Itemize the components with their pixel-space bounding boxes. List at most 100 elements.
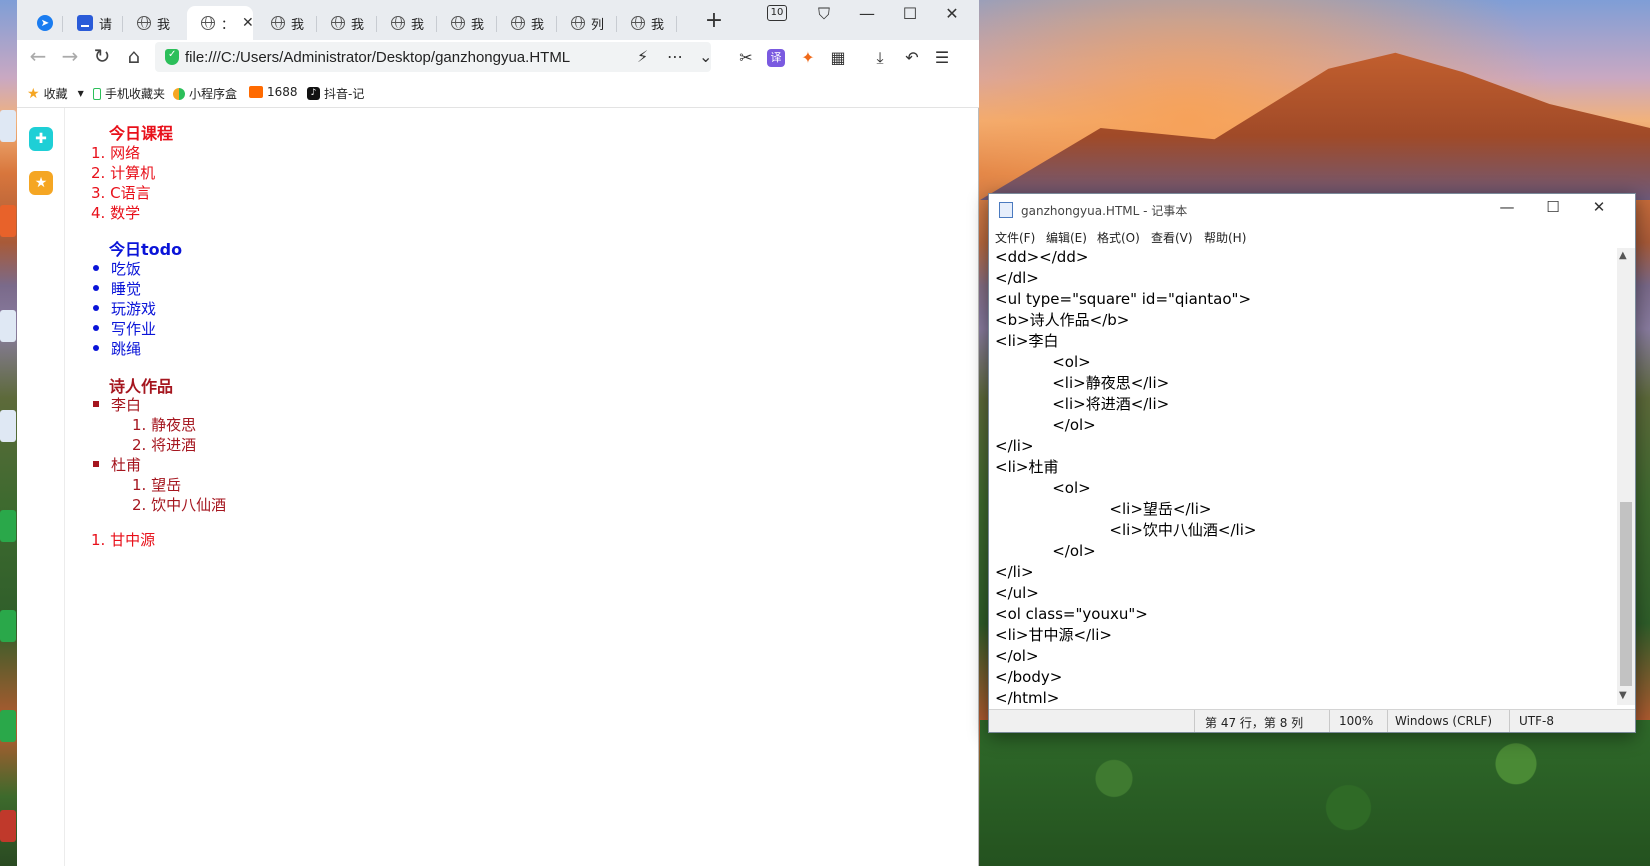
maximize-button[interactable]: ☐ (895, 4, 925, 23)
notepad-minimize-button[interactable]: — (1489, 198, 1525, 216)
globe-icon (571, 16, 585, 30)
tab-label: ： (221, 17, 235, 33)
bookmark-label: 抖音-记 (324, 87, 365, 101)
bookmark-douyin[interactable]: ♪ 抖音-记 (307, 85, 364, 102)
tab[interactable]: 我 (257, 6, 317, 40)
code-line: <li>李白 (995, 332, 1059, 350)
apps-grid-icon[interactable]: ▦ (827, 47, 849, 69)
notepad-close-button[interactable]: ✕ (1581, 198, 1617, 216)
list-item: 写作业 (93, 318, 156, 339)
notepad-text-area[interactable]: <dd></dd> </dl> <ul type="square" id="qi… (990, 248, 1616, 705)
tab-pinned[interactable]: ➤ (23, 6, 63, 40)
list-item: 杜甫 (93, 454, 141, 475)
desktop-icon[interactable] (0, 410, 16, 442)
menu-edit[interactable]: 编辑(E) (1046, 229, 1087, 246)
lightning-icon[interactable]: ⚡ (637, 47, 648, 66)
tab[interactable]: 我 (317, 6, 377, 40)
desktop-icon[interactable] (0, 310, 16, 342)
code-line: </li> (995, 437, 1034, 455)
new-tab-button[interactable]: + (699, 8, 729, 33)
menu-view[interactable]: 查看(V) (1151, 229, 1193, 246)
back-button[interactable]: ← (25, 44, 51, 68)
close-tab-icon[interactable]: ✕ (242, 15, 254, 31)
desktop-icon[interactable] (0, 610, 16, 642)
address-bar[interactable]: file:///C:/Users/Administrator/Desktop/g… (155, 42, 711, 72)
globe-icon (451, 16, 465, 30)
globe-icon (201, 16, 215, 30)
menu-file[interactable]: 文件(F) (995, 229, 1035, 246)
globe-icon (511, 16, 525, 30)
list-item: 李白 (93, 394, 141, 415)
globe-icon (331, 16, 345, 30)
globe-icon (137, 16, 151, 30)
code-line: <ol> (995, 479, 1091, 497)
chevron-down-icon[interactable]: ⌄ (699, 47, 712, 66)
desktop-icon[interactable] (0, 205, 16, 237)
tab[interactable]: 请 (63, 6, 123, 40)
undo-icon[interactable]: ↶ (901, 47, 923, 69)
miniapp-icon (173, 87, 185, 100)
bookmark-favorites[interactable]: ★ 收藏 ▼ (27, 85, 84, 102)
tab[interactable]: 我 (617, 6, 677, 40)
menu-help[interactable]: 帮助(H) (1204, 229, 1246, 246)
code-line: <li>饮中八仙酒</li> (995, 521, 1257, 539)
translate-icon[interactable]: 译 (767, 49, 785, 67)
menu-format[interactable]: 格式(O) (1097, 229, 1140, 246)
minimize-button[interactable]: — (852, 4, 882, 23)
notepad-window: ganzhongyua.HTML - 记事本 — ☐ ✕ 文件(F) 编辑(E)… (988, 193, 1636, 733)
close-window-button[interactable]: ✕ (937, 4, 967, 23)
scrollbar-thumb[interactable] (1620, 502, 1632, 686)
bookmark-miniapp[interactable]: 小程序盒 (173, 85, 237, 102)
code-line: </dl> (995, 269, 1039, 287)
tab-count-badge[interactable]: 10 (767, 5, 787, 21)
bookmark-mobile[interactable]: 手机收藏夹 (93, 85, 165, 102)
tab[interactable]: 我 (437, 6, 497, 40)
menu-icon[interactable]: ☰ (931, 47, 953, 69)
tab-label: 我 (157, 17, 171, 33)
scroll-down-icon[interactable]: ▼ (1619, 690, 1627, 701)
code-line: <dd></dd> (995, 248, 1089, 266)
bookmark-1688[interactable]: 1688 (249, 85, 298, 99)
desktop-icon[interactable] (0, 710, 16, 742)
code-line: <li>将进酒</li> (995, 395, 1170, 413)
scissors-icon[interactable]: ✂ (735, 47, 757, 69)
globe-icon (391, 16, 405, 30)
caret-down-icon: ▼ (77, 89, 84, 98)
nested-list-item: 1. 静夜思 (132, 416, 197, 434)
desktop-icon[interactable] (0, 810, 16, 842)
list-item: 3. C语言 (91, 184, 151, 202)
code-line: <ol> (995, 353, 1091, 371)
browser-window: ➤ 请 我 ： ✕ 我 我 我 我 我 列 我 + 10 ⛉ — ☐ ✕ ← →… (17, 0, 979, 866)
list-item: 2. 计算机 (91, 164, 156, 182)
tab[interactable]: 我 (123, 6, 183, 40)
page-content: 今日课程 1. 网络 2. 计算机 3. C语言 4. 数学 今日todo 吃饭… (65, 108, 978, 866)
tab[interactable]: 我 (377, 6, 437, 40)
favorites-star-icon[interactable]: ★ (29, 171, 53, 195)
star-icon: ★ (27, 85, 40, 102)
download-icon[interactable]: ⤓ (869, 47, 891, 69)
more-dots-icon[interactable]: ⋯ (667, 47, 683, 66)
shirt-skin-icon[interactable]: ⛉ (809, 4, 839, 24)
notepad-icon (999, 202, 1013, 218)
notepad-menubar: 文件(F) 编辑(E) 格式(O) 查看(V) 帮助(H) (989, 226, 1635, 248)
game-icon[interactable]: ✦ (797, 47, 819, 69)
nested-list-item: 2. 饮中八仙酒 (132, 496, 227, 514)
code-line: </li> (995, 563, 1034, 581)
tab[interactable]: 列 (557, 6, 617, 40)
tab-active[interactable]: ： ✕ (187, 6, 254, 40)
reload-button[interactable]: ↻ (89, 44, 115, 68)
list-item: 吃饭 (93, 258, 141, 279)
forward-button[interactable]: → (57, 44, 83, 68)
add-app-icon[interactable]: ✚ (29, 127, 53, 151)
code-line: </ol> (995, 542, 1096, 560)
wallpaper-forest (980, 720, 1650, 866)
notepad-maximize-button[interactable]: ☐ (1535, 198, 1571, 216)
home-button[interactable]: ⌂ (121, 44, 147, 68)
tab-label: 我 (411, 17, 425, 33)
security-shield-icon (165, 49, 179, 65)
desktop-icon[interactable] (0, 510, 16, 542)
notepad-scrollbar[interactable]: ▲ ▼ (1617, 248, 1635, 705)
scroll-up-icon[interactable]: ▲ (1619, 250, 1627, 261)
tab[interactable]: 我 (497, 6, 557, 40)
desktop-icon[interactable] (0, 110, 16, 142)
